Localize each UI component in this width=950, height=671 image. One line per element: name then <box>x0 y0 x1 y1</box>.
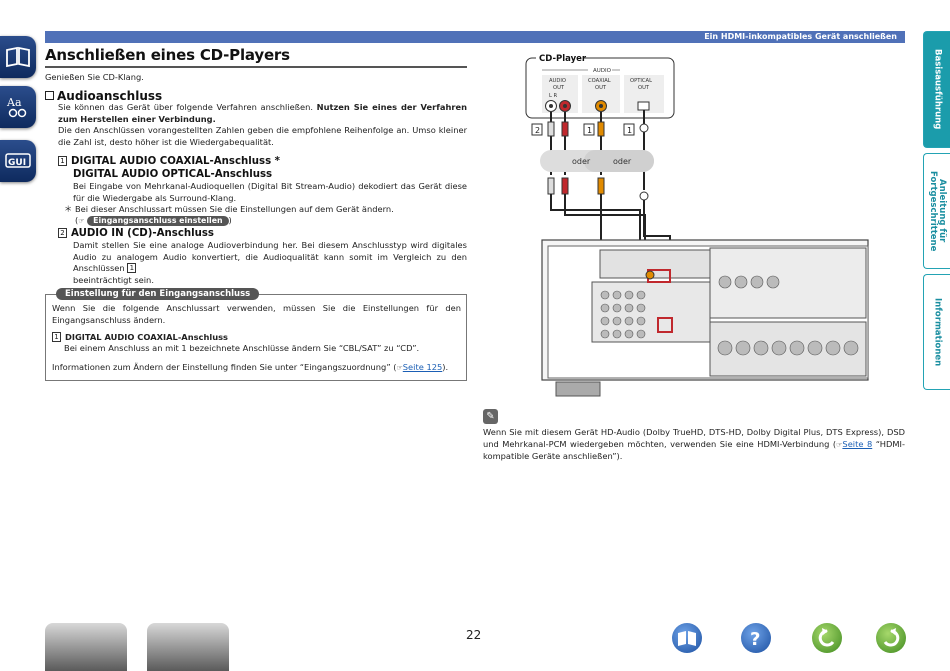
back-arrow-icon <box>818 628 835 647</box>
section-label: Ein HDMI-inkompatibles Gerät anschließen <box>704 32 897 41</box>
settings-footer-end: ). <box>442 362 449 372</box>
audio-text1: Sie können das Gerät über folgende Verfa… <box>58 102 317 112</box>
forward-arrow-icon <box>883 628 900 647</box>
method2-heading-text: AUDIO IN (CD)-Anschluss <box>71 228 214 239</box>
method1-heading1: DIGITAL AUDIO COAXIAL-Anschluss * <box>71 156 281 167</box>
method1-num: 1 <box>58 156 67 166</box>
method2-desc: Damit stellen Sie eine analoge Audioverb… <box>73 240 467 286</box>
gui-icon[interactable]: GUI <box>0 140 36 182</box>
bottom-note-link[interactable]: Seite 8 <box>842 439 872 449</box>
audio-group-label: AUDIO <box>593 68 612 74</box>
book-icon[interactable] <box>0 36 36 78</box>
device-thumbnail-1[interactable] <box>45 623 127 671</box>
svg-text:L R: L R <box>549 93 558 99</box>
method1-note: ＊ Bei dieser Anschlussart müssen Sie die… <box>64 204 394 216</box>
method2-desc-num: 1 <box>127 263 137 273</box>
diagram-num-1b: 1 <box>627 126 632 135</box>
method2-num: 2 <box>58 228 67 238</box>
tab-basisausfuehrung[interactable]: Basisausführung <box>923 31 950 148</box>
tab-label: Basisausführung <box>932 49 943 130</box>
svg-text:OUT: OUT <box>595 85 607 91</box>
title-rule <box>45 66 467 68</box>
oder-1: oder <box>572 157 591 166</box>
method1-ref: (☞ Eingangsanschluss einstellen) <box>75 215 232 228</box>
connection-diagram: CD-Player AUDIO AUDIO OUT COAXIAL OUT OP… <box>525 53 869 397</box>
settings-item-text: Bei einem Anschluss an mit 1 bezeichnete… <box>64 343 420 353</box>
book-nav-button[interactable] <box>672 623 702 653</box>
svg-text:OUT: OUT <box>638 85 650 91</box>
svg-text:COAXIAL: COAXIAL <box>588 78 611 84</box>
page-title: Anschließen eines CD-Players <box>45 46 290 64</box>
svg-text:OPTICAL: OPTICAL <box>630 78 652 84</box>
settings-text: Wenn Sie die folgende Anschlussart verwe… <box>52 303 461 325</box>
help-button[interactable]: ? <box>741 623 771 653</box>
tab-label: Anleitung für Fortgeschrittene <box>928 170 947 252</box>
cd-player-label: CD-Player <box>539 54 587 64</box>
section-header-bar: Ein HDMI-inkompatibles Gerät anschließen <box>45 31 905 43</box>
bottom-note: Wenn Sie mit diesem Gerät HD-Audio (Dolb… <box>483 427 905 463</box>
tab-fortgeschrittene[interactable]: Anleitung für Fortgeschrittene <box>923 153 950 269</box>
text-icon[interactable]: Aa <box>0 86 36 128</box>
svg-text:AUDIO: AUDIO <box>549 78 566 84</box>
note-marker: ＊ <box>64 204 73 214</box>
diagram-num-1a: 1 <box>587 126 592 135</box>
settings-footer-link[interactable]: Seite 125 <box>403 362 443 372</box>
settings-box-label: Einstellung für den Eingangsanschluss <box>56 288 260 300</box>
tab-label: Informationen <box>932 297 943 367</box>
svg-text:OUT: OUT <box>553 85 565 91</box>
method1-desc: Bei Eingabe von Mehrkanal-Audioquellen (… <box>73 181 467 203</box>
svg-text:?: ? <box>750 629 760 650</box>
settings-item-heading: 1 DIGITAL AUDIO COAXIAL-Anschluss <box>52 332 228 344</box>
question-icon: ? <box>750 629 760 650</box>
tab-informationen[interactable]: Informationen <box>923 274 950 390</box>
audio-intro: Sie können das Gerät über folgende Verfa… <box>58 102 467 148</box>
note-text: Bei dieser Anschlussart müssen Sie die E… <box>74 204 394 214</box>
forward-button[interactable] <box>876 623 906 653</box>
audio-text2: Die den Anschlüssen vorangestellten Zahl… <box>58 125 467 147</box>
audio-heading: Audioanschluss <box>45 89 162 103</box>
method1-heading: 1 DIGITAL AUDIO COAXIAL-Anschluss * DIGITA… <box>58 155 280 181</box>
diagram-num-2: 2 <box>535 126 540 135</box>
svg-text:Aa: Aa <box>6 96 22 109</box>
page-number: 22 <box>466 628 482 642</box>
ref-pill[interactable]: Eingangsanschluss einstellen <box>87 216 229 226</box>
settings-item-heading-text: DIGITAL AUDIO COAXIAL-Anschluss <box>65 332 228 342</box>
note-icon: ✎ <box>483 409 498 424</box>
device-thumbnail-2[interactable] <box>147 623 229 671</box>
ref-icon: ☞ <box>78 217 85 225</box>
oder-2: oder <box>613 157 632 166</box>
audio-heading-text: Audioanschluss <box>57 89 163 103</box>
method2-heading: 2 AUDIO IN (CD)-Anschluss <box>58 227 214 240</box>
intro-text: Genießen Sie CD-Klang. <box>45 72 144 82</box>
method1-heading2: DIGITAL AUDIO OPTICAL-Anschluss <box>73 169 273 180</box>
method2-desc-end: beeinträchtigt sein. <box>73 274 154 285</box>
svg-text:GUI: GUI <box>8 158 26 168</box>
settings-item-num: 1 <box>52 332 61 342</box>
settings-footer: Informationen zum Ändern der Einstellung… <box>52 362 448 375</box>
settings-footer-text: Informationen zum Ändern der Einstellung… <box>52 362 397 372</box>
back-button[interactable] <box>812 623 842 653</box>
book-icon <box>678 631 696 646</box>
